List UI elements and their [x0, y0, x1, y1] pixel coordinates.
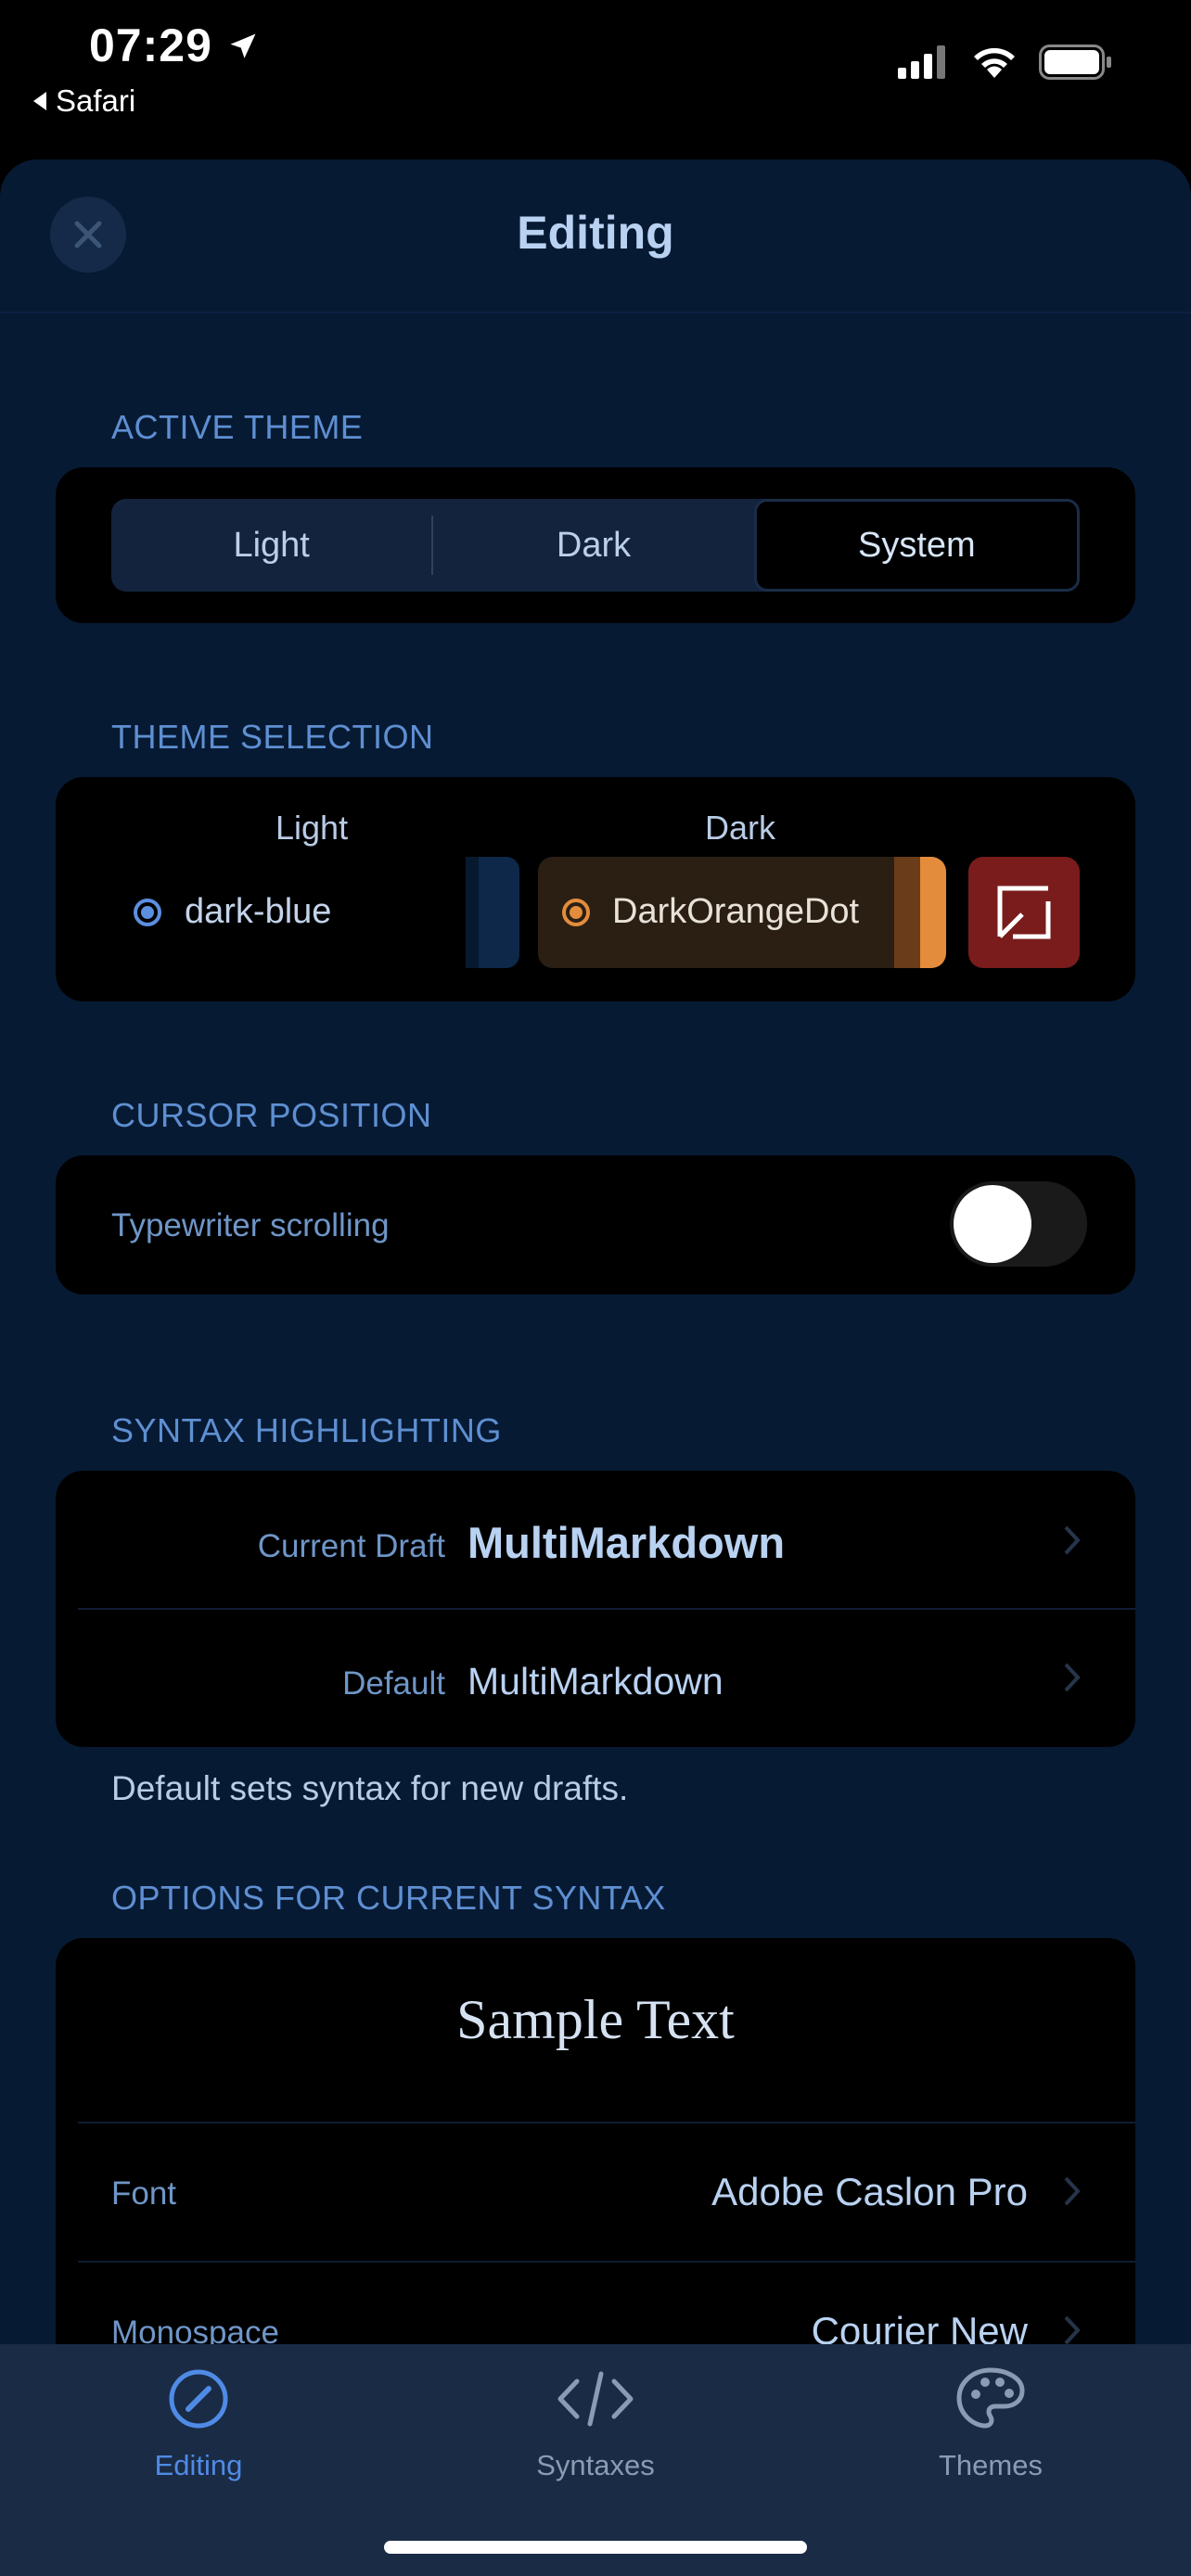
dark-theme-option[interactable]: DarkOrangeDot	[538, 857, 946, 968]
row-key: Font	[111, 2175, 177, 2212]
dark-header: Dark	[705, 809, 776, 847]
cellular-signal-icon	[898, 45, 945, 79]
row-value: MultiMarkdown	[467, 1660, 724, 1702]
back-label: Safari	[56, 83, 136, 118]
code-icon	[557, 2371, 634, 2427]
sample-text-preview: Sample Text	[456, 1989, 735, 2050]
home-indicator	[384, 2541, 807, 2554]
battery-icon	[1039, 45, 1111, 80]
tab-label: Syntaxes	[536, 2449, 655, 2481]
tab-themes[interactable]: Themes	[870, 2366, 1111, 2482]
back-to-safari[interactable]: Safari	[33, 83, 135, 119]
radio-icon	[134, 899, 161, 926]
expand-icon	[997, 886, 1051, 939]
radio-icon	[562, 899, 590, 926]
expand-themes-button[interactable]	[968, 857, 1080, 968]
light-theme-swatch	[466, 857, 519, 968]
theme-selection-card: Light Dark dark-blue DarkOrangeDot	[56, 777, 1135, 1001]
typewriter-scrolling-toggle[interactable]	[950, 1181, 1087, 1267]
section-label-theme-selection: THEME SELECTION	[111, 718, 434, 756]
toggle-knob	[954, 1185, 1031, 1263]
dark-theme-swatch	[894, 857, 920, 968]
section-label-cursor-position: CURSOR POSITION	[111, 1096, 432, 1134]
chevron-right-icon	[1064, 1525, 1081, 1555]
chevron-right-icon	[1064, 1663, 1081, 1692]
settings-sheet: Editing ACTIVE THEME Light Dark System T…	[0, 159, 1191, 2576]
dark-theme-name: DarkOrangeDot	[612, 892, 860, 931]
typewriter-scrolling-label: Typewriter scrolling	[111, 1207, 390, 1243]
tab-label: Editing	[154, 2449, 243, 2481]
compass-icon	[169, 2369, 228, 2429]
chevron-right-icon	[1064, 2315, 1081, 2345]
row-key: Current Draft	[257, 1528, 445, 1564]
status-bar: 07:29 Safari	[0, 0, 1191, 158]
page-title: Editing	[517, 207, 674, 259]
section-label-active-theme: ACTIVE THEME	[111, 408, 364, 446]
dark-theme-accent-swatch	[920, 857, 946, 968]
row-value: Adobe Caslon Pro	[711, 2170, 1028, 2213]
row-key: Default	[342, 1665, 445, 1702]
light-theme-option[interactable]: dark-blue	[56, 857, 464, 968]
location-arrow-icon	[230, 33, 256, 58]
palette-icon	[956, 2367, 1025, 2429]
segment-light[interactable]: Light	[111, 499, 431, 592]
section-label-syntax-highlighting: SYNTAX HIGHLIGHTING	[111, 1411, 502, 1449]
light-theme-name: dark-blue	[185, 892, 332, 931]
syntax-highlighting-card: Current Draft MultiMarkdown Default Mult…	[56, 1471, 1135, 1747]
syntax-footer-note: Default sets syntax for new drafts.	[111, 1769, 629, 1807]
default-syntax-row[interactable]: Default MultiMarkdown	[56, 1610, 1135, 1747]
clock: 07:29	[89, 19, 212, 71]
font-row[interactable]: Font Adobe Caslon Pro	[56, 2123, 1135, 2261]
segment-dark[interactable]: Dark	[433, 499, 753, 592]
section-label-options: OPTIONS FOR CURRENT SYNTAX	[111, 1879, 666, 1917]
wifi-icon	[974, 47, 1015, 78]
nav-bar: Editing	[0, 159, 1191, 313]
current-draft-syntax-row[interactable]: Current Draft MultiMarkdown	[56, 1471, 1135, 1608]
tab-editing[interactable]: Editing	[78, 2366, 319, 2482]
chevron-right-icon	[1064, 2176, 1081, 2206]
back-triangle-icon	[33, 92, 46, 110]
active-theme-card: Light Dark System	[56, 467, 1135, 623]
tab-syntaxes[interactable]: Syntaxes	[475, 2366, 716, 2482]
tab-label: Themes	[939, 2449, 1043, 2481]
row-value: MultiMarkdown	[467, 1518, 786, 1567]
cursor-position-card: Typewriter scrolling	[56, 1155, 1135, 1294]
theme-segmented-control: Light Dark System	[111, 499, 1080, 592]
segment-system[interactable]: System	[753, 499, 1080, 592]
light-header: Light	[275, 809, 349, 847]
